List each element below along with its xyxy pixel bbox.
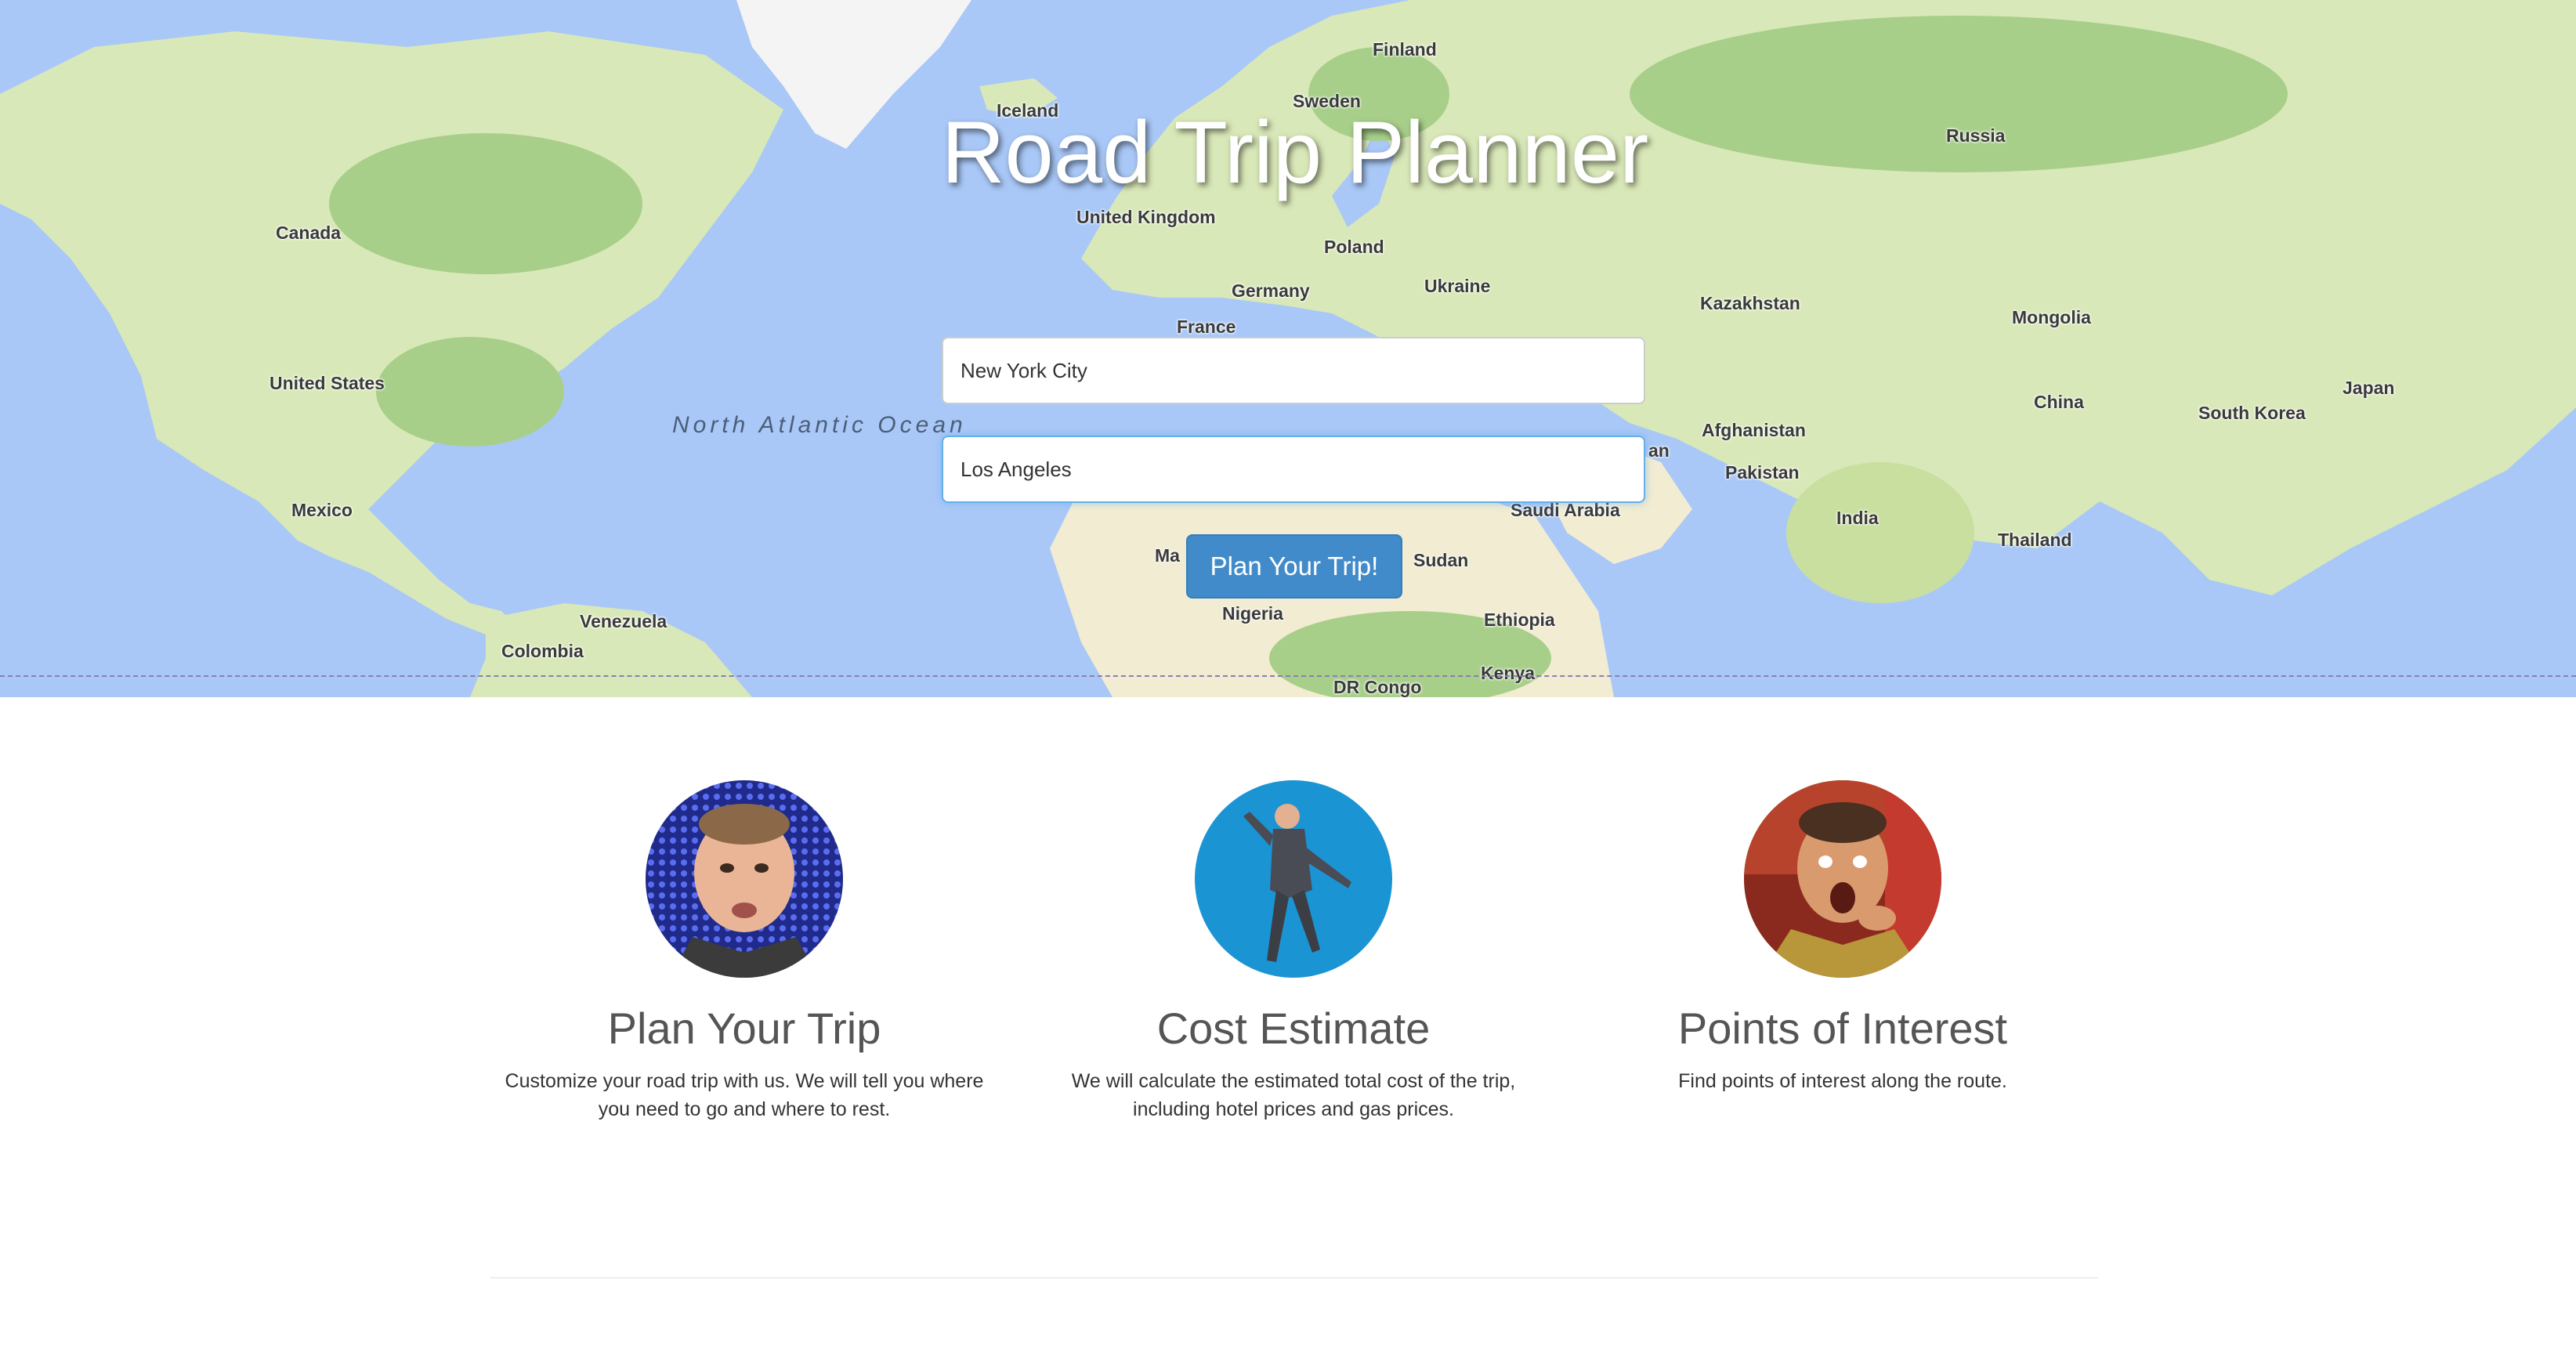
- map-label-venezuela: Venezuela: [580, 611, 668, 631]
- map-label-mexico: Mexico: [291, 500, 353, 520]
- map-label-south-korea: South Korea: [2198, 403, 2306, 423]
- map-label-mali-fragment: Ma: [1155, 545, 1180, 566]
- map-label-sudan: Sudan: [1413, 550, 1469, 570]
- feature-points-of-interest: Points of Interest Find points of intere…: [1568, 780, 2117, 1095]
- feature-description-points-of-interest: Find points of interest along the route.: [1678, 1070, 2007, 1092]
- section-divider: [490, 1277, 2098, 1279]
- feature-description-plan-trip: Customize your road trip with us. We wil…: [505, 1070, 984, 1120]
- feature-description-cost-estimate: We will calculate the estimated total co…: [1071, 1070, 1516, 1120]
- equator-line: [0, 675, 2576, 677]
- map-label-finland: Finland: [1373, 39, 1437, 60]
- avatar-cost-estimate: [1195, 780, 1392, 978]
- page-title: Road Trip Planner: [941, 103, 1649, 201]
- map-label-north-atlantic-ocean: North Atlantic Ocean: [672, 412, 967, 438]
- feature-cost-estimate: Cost Estimate We will calculate the esti…: [1019, 780, 1568, 1123]
- map-label-canada: Canada: [276, 222, 342, 243]
- plan-trip-button[interactable]: Plan Your Trip!: [1186, 534, 1402, 599]
- map-label-india: India: [1836, 508, 1879, 528]
- map-label-united-states: United States: [270, 373, 385, 393]
- map-label-saudi-arabia: Saudi Arabia: [1511, 500, 1620, 520]
- feature-title-points-of-interest: Points of Interest: [1677, 1004, 2008, 1053]
- map-label-iran-fragment: an: [1648, 440, 1670, 461]
- map-label-france: France: [1177, 316, 1236, 337]
- map-label-kazakhstan: Kazakhstan: [1700, 293, 1800, 313]
- map-label-germany: Germany: [1232, 280, 1310, 301]
- feature-title-plan-trip: Plan Your Trip: [607, 1004, 881, 1053]
- map-label-colombia: Colombia: [501, 641, 584, 661]
- origin-input[interactable]: [942, 337, 1645, 404]
- map-label-kenya: Kenya: [1481, 663, 1536, 683]
- map-label-united-kingdom: United Kingdom: [1076, 207, 1216, 227]
- avatar-plan-trip: [646, 780, 843, 978]
- map-label-poland: Poland: [1324, 237, 1384, 257]
- map-label-dr-congo: DR Congo: [1333, 677, 1422, 697]
- map-label-ukraine: Ukraine: [1424, 276, 1491, 296]
- map-label-china: China: [2034, 392, 2084, 412]
- eastern-us-forest: [376, 337, 564, 447]
- map-label-pakistan: Pakistan: [1725, 462, 1800, 483]
- map-label-thailand: Thailand: [1998, 530, 2072, 550]
- map-label-japan: Japan: [2343, 378, 2395, 398]
- hero-map: Finland Sweden Iceland Russia United Kin…: [0, 0, 2576, 697]
- map-label-nigeria: Nigeria: [1222, 603, 1283, 624]
- avatar-points-of-interest: [1744, 780, 1941, 978]
- feature-title-cost-estimate: Cost Estimate: [1156, 1004, 1431, 1053]
- map-label-afghanistan: Afghanistan: [1702, 420, 1806, 440]
- feature-plan-trip: Plan Your Trip Customize your road trip …: [470, 780, 1018, 1123]
- india-plain: [1786, 462, 1974, 603]
- destination-input[interactable]: [942, 436, 1645, 503]
- map-label-mongolia: Mongolia: [2012, 307, 2091, 327]
- map-label-ethiopia: Ethiopia: [1484, 609, 1555, 630]
